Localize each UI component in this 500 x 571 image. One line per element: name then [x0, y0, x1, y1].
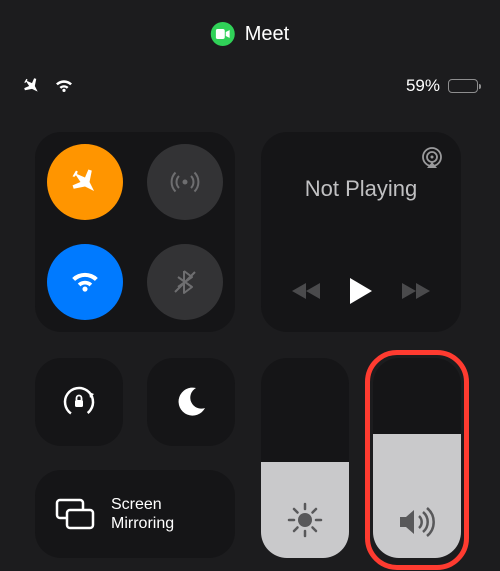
orientation-lock-toggle[interactable] [35, 358, 123, 446]
battery-percent: 59% [406, 76, 440, 96]
airplane-mode-status-icon [22, 76, 42, 96]
bluetooth-toggle[interactable] [147, 244, 223, 320]
brightness-icon [287, 502, 323, 538]
wifi-status-icon [54, 79, 74, 93]
active-app-pill[interactable]: Meet [211, 22, 289, 46]
active-app-name: Meet [245, 23, 289, 46]
screen-mirroring-label: Screen Mirroring [111, 495, 174, 533]
airplane-mode-toggle[interactable] [47, 144, 123, 220]
airplay-audio-icon[interactable] [419, 146, 445, 172]
media-title: Not Playing [261, 176, 461, 202]
do-not-disturb-toggle[interactable] [147, 358, 235, 446]
next-track-button[interactable] [400, 281, 430, 301]
cellular-data-toggle[interactable] [147, 144, 223, 220]
battery-icon [448, 79, 478, 93]
volume-icon [397, 506, 437, 538]
wifi-toggle[interactable] [47, 244, 123, 320]
connectivity-panel[interactable] [35, 132, 235, 332]
media-panel[interactable]: Not Playing [261, 132, 461, 332]
screen-mirroring-icon [55, 498, 95, 530]
play-button[interactable] [348, 276, 374, 306]
status-bar-left [22, 76, 74, 96]
brightness-slider[interactable] [261, 358, 349, 558]
camera-active-icon [211, 22, 235, 46]
status-bar-right: 59% [406, 76, 478, 96]
screen-mirroring-button[interactable]: Screen Mirroring [35, 470, 235, 558]
previous-track-button[interactable] [292, 281, 322, 301]
volume-slider[interactable] [373, 358, 461, 558]
